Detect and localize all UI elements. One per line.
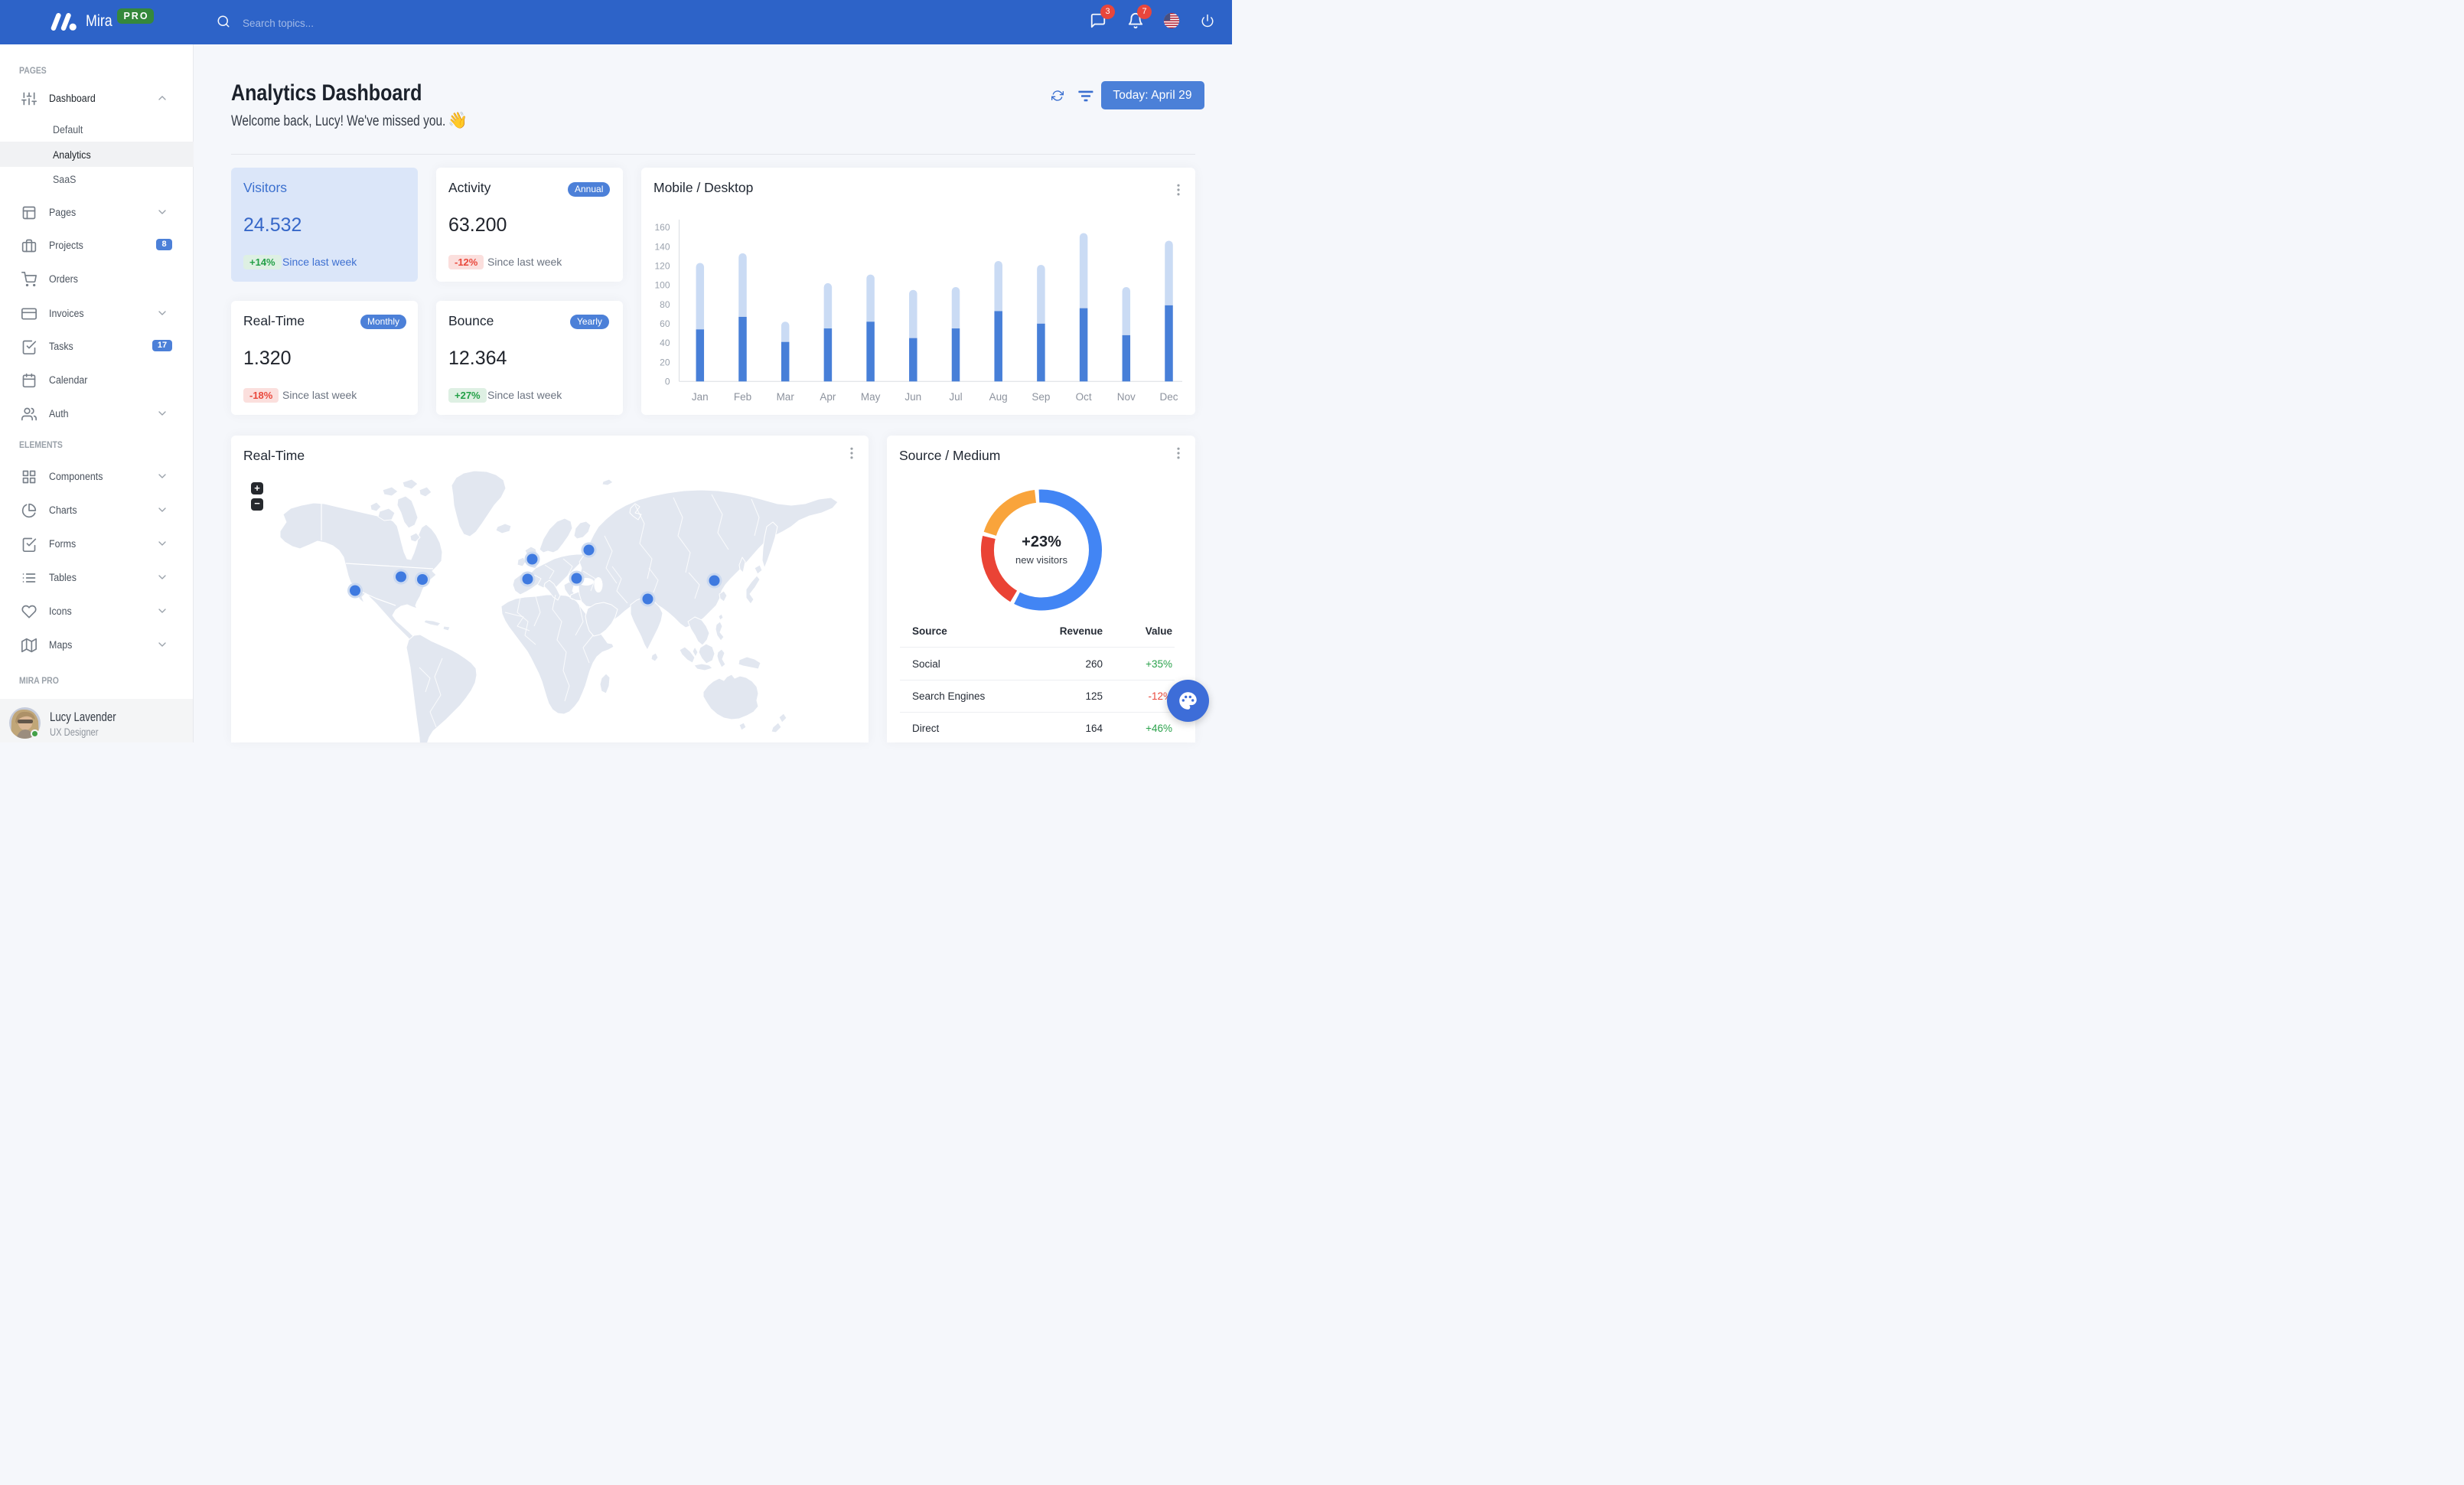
svg-text:120: 120	[654, 260, 670, 271]
svg-text:60: 60	[660, 318, 670, 329]
svg-text:Sep: Sep	[1032, 391, 1050, 403]
svg-text:Jan: Jan	[692, 391, 709, 403]
svg-text:160: 160	[654, 222, 670, 233]
svg-text:140: 140	[654, 241, 670, 252]
svg-text:Oct: Oct	[1076, 391, 1092, 403]
svg-text:40: 40	[660, 338, 670, 348]
svg-text:20: 20	[660, 357, 670, 367]
svg-text:Jul: Jul	[949, 391, 962, 403]
svg-text:Nov: Nov	[1117, 391, 1136, 403]
svg-text:Apr: Apr	[820, 391, 836, 403]
svg-text:Aug: Aug	[989, 391, 1008, 403]
svg-text:May: May	[861, 391, 881, 403]
svg-text:Feb: Feb	[734, 391, 751, 403]
svg-text:Mar: Mar	[777, 391, 795, 403]
svg-text:Dec: Dec	[1159, 391, 1178, 403]
svg-text:Jun: Jun	[904, 391, 921, 403]
svg-text:80: 80	[660, 299, 670, 310]
svg-text:100: 100	[654, 280, 670, 291]
svg-text:0: 0	[665, 377, 670, 387]
